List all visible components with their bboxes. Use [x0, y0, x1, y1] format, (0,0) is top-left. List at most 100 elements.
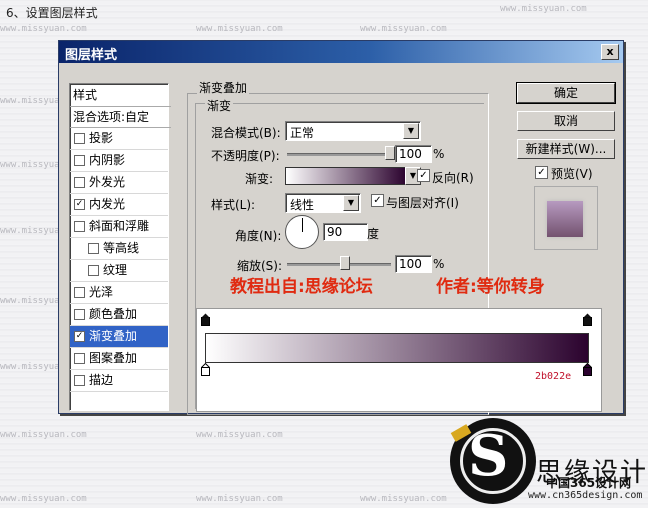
- style-item-label: 图案叠加: [89, 351, 138, 365]
- style-item[interactable]: 内阴影: [70, 150, 168, 172]
- style-item-label: 渐变叠加: [89, 329, 138, 343]
- step-caption: 6、设置图层样式: [6, 6, 98, 20]
- chevron-down-icon: ▼: [403, 123, 419, 139]
- style-item[interactable]: 图案叠加: [70, 348, 168, 370]
- dialog-title: 图层样式: [65, 48, 118, 63]
- style-item-checkbox[interactable]: [74, 375, 85, 386]
- style-list: 样式 混合选项:自定 投影内阴影外发光 ✓ 内发光斜面和浮雕等高线纹理光泽颜色叠加 ✓…: [69, 83, 171, 411]
- opacity-slider-thumb[interactable]: [385, 146, 395, 160]
- credit-author: 作者:等你转身: [436, 277, 545, 297]
- style-item[interactable]: 光泽: [70, 282, 168, 304]
- scale-slider-thumb[interactable]: [340, 256, 351, 270]
- opacity-input[interactable]: 100: [395, 145, 432, 163]
- gradient-preview-bar[interactable]: [205, 333, 589, 363]
- watermark-text: www.missyuan.com: [360, 24, 447, 34]
- style-item-checkbox[interactable]: ✓: [74, 331, 85, 342]
- style-item-label: 外发光: [89, 175, 126, 189]
- align-with-layer-label: 与图层对齐(I): [386, 196, 459, 210]
- style-item[interactable]: 等高线: [70, 238, 168, 260]
- style-item-checkbox[interactable]: [74, 353, 85, 364]
- style-item-checkbox[interactable]: [74, 155, 85, 166]
- style-item[interactable]: 斜面和浮雕: [70, 216, 168, 238]
- blend-mode-label: 混合模式(B):: [211, 126, 281, 140]
- style-item-checkbox[interactable]: [74, 309, 85, 320]
- gradient-style-value: 线性: [290, 198, 315, 212]
- style-item-checkbox[interactable]: ✓: [74, 199, 85, 210]
- reverse-label: 反向(R): [432, 171, 474, 185]
- title-bar[interactable]: 图层样式 x: [59, 41, 623, 63]
- style-item[interactable]: 投影: [70, 128, 168, 150]
- watermark-text: www.missyuan.com: [360, 494, 447, 504]
- opacity-label: 不透明度(P):: [211, 149, 280, 163]
- color-stop-right-icon[interactable]: [583, 363, 592, 376]
- gradient-style-select[interactable]: 线性 ▼: [285, 193, 361, 213]
- gradient-label: 渐变:: [245, 172, 274, 186]
- style-item-checkbox[interactable]: [88, 265, 99, 276]
- style-item-checkbox[interactable]: [74, 177, 85, 188]
- style-item[interactable]: 颜色叠加: [70, 304, 168, 326]
- style-item-label: 描边: [89, 373, 114, 387]
- opacity-slider[interactable]: [287, 153, 391, 156]
- style-item-checkbox[interactable]: [88, 243, 99, 254]
- cancel-button[interactable]: 取消: [517, 111, 615, 131]
- watermark-text: www.missyuan.com: [0, 24, 87, 34]
- style-item[interactable]: ✓ 渐变叠加: [70, 326, 168, 348]
- blend-options-item[interactable]: 混合选项:自定: [70, 107, 171, 128]
- gradient-editor: 2b022e: [196, 308, 602, 412]
- watermark-text: www.missyuan.com: [500, 4, 587, 14]
- preview-checkbox[interactable]: ✓: [535, 166, 548, 179]
- style-item-label: 斜面和浮雕: [89, 219, 150, 233]
- style-item-checkbox[interactable]: [74, 221, 85, 232]
- watermark-text: www.missyuan.com: [196, 494, 283, 504]
- watermark-text: www.missyuan.com: [0, 494, 87, 504]
- chevron-down-icon: ▼: [343, 195, 359, 211]
- style-item[interactable]: 描边: [70, 370, 168, 392]
- blend-mode-value: 正常: [290, 126, 315, 140]
- angle-input[interactable]: 90: [323, 223, 368, 241]
- new-style-button[interactable]: 新建样式(W)...: [517, 139, 615, 159]
- scale-slider[interactable]: [287, 263, 391, 266]
- color-stop-left-icon[interactable]: [201, 363, 210, 376]
- scale-percent: %: [433, 257, 445, 271]
- opacity-percent: %: [433, 147, 445, 161]
- style-item-label: 内阴影: [89, 153, 126, 167]
- end-color-hex: 2b022e: [535, 371, 572, 382]
- style-item-label: 颜色叠加: [89, 307, 138, 321]
- style-item-label: 等高线: [103, 241, 140, 255]
- style-item[interactable]: 外发光: [70, 172, 168, 194]
- style-list-header[interactable]: 样式: [70, 84, 171, 107]
- logo-letter: S: [468, 423, 509, 489]
- opacity-stop-right-icon[interactable]: [583, 313, 592, 326]
- style-item-checkbox[interactable]: [74, 287, 85, 298]
- style-item-checkbox[interactable]: [74, 133, 85, 144]
- reverse-checkbox[interactable]: ✓: [417, 169, 430, 182]
- close-button[interactable]: x: [601, 44, 619, 60]
- style-item-label: 光泽: [89, 285, 114, 299]
- style-item-label: 投影: [89, 131, 114, 145]
- credit-source: 教程出自:思缘论坛: [230, 277, 373, 297]
- logo-site-name: 中国365设计网: [546, 476, 632, 490]
- style-label: 样式(L):: [211, 198, 256, 212]
- subgroup-title: 渐变: [205, 97, 234, 114]
- group-title: 渐变叠加: [197, 79, 250, 96]
- scale-input[interactable]: 100: [395, 255, 432, 273]
- blend-mode-select[interactable]: 正常 ▼: [285, 121, 421, 141]
- style-item[interactable]: 纹理: [70, 260, 168, 282]
- style-item-label: 纹理: [103, 263, 128, 277]
- align-with-layer-checkbox[interactable]: ✓: [371, 194, 384, 207]
- logo-site-url: www.cn365design.com: [528, 490, 643, 501]
- angle-label: 角度(N):: [235, 229, 282, 243]
- angle-dial[interactable]: [285, 215, 319, 249]
- style-item-label: 内发光: [89, 197, 126, 211]
- gradient-swatch[interactable]: [285, 167, 407, 185]
- style-item[interactable]: ✓ 内发光: [70, 194, 168, 216]
- preview-label: 预览(V): [551, 167, 593, 181]
- opacity-stop-left-icon[interactable]: [201, 313, 210, 326]
- style-preview: [534, 186, 598, 250]
- angle-dial-needle: [302, 218, 303, 232]
- ok-button[interactable]: 确定: [516, 82, 616, 104]
- watermark-text: www.missyuan.com: [0, 430, 87, 440]
- watermark-text: www.missyuan.com: [196, 24, 283, 34]
- angle-unit: 度: [367, 227, 380, 241]
- watermark-text: www.missyuan.com: [196, 430, 283, 440]
